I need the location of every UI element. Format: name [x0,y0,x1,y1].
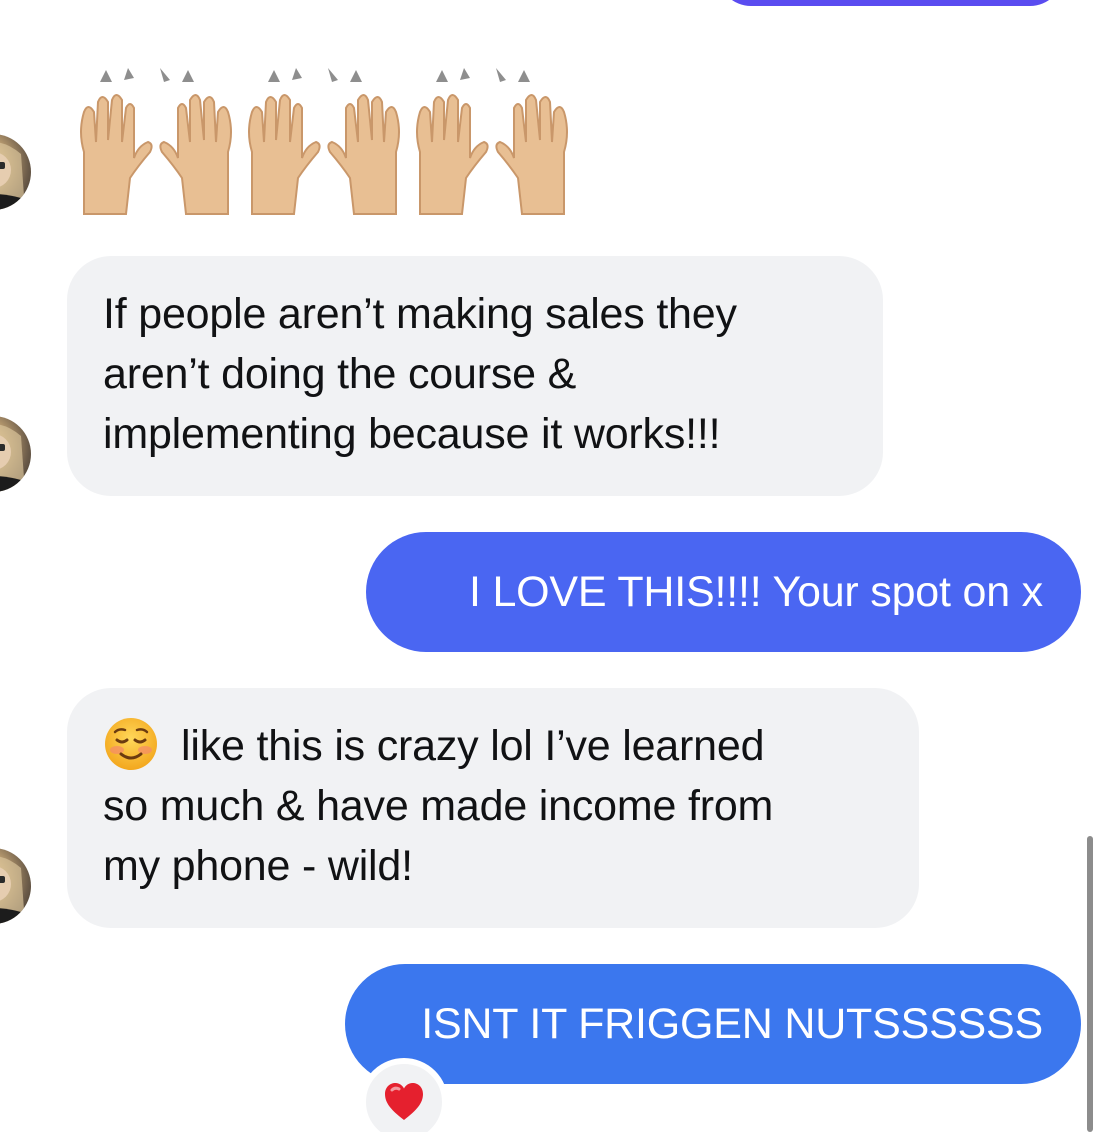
outgoing-message-bubble-partial[interactable] [718,0,1063,6]
raising-hands-icon [80,68,232,215]
avatar-photo [0,142,25,210]
outgoing-message-bubble[interactable]: I LOVE THIS!!!! Your spot on x [366,532,1081,652]
message-line: like this is crazy lol I’ve learned [181,722,765,770]
message-text: I LOVE THIS!!!! Your spot on x [468,568,1043,616]
emoji-message[interactable] [72,62,576,222]
smiling-face-icon [105,718,157,770]
message-line: aren’t doing the course & [103,350,577,398]
avatar[interactable] [0,848,31,924]
incoming-message-bubble[interactable]: like this is crazy lol I’ve learned so m… [67,688,919,928]
incoming-message-bubble[interactable]: If people aren’t making sales they aren’… [67,256,883,496]
message-line: If people aren’t making sales they [103,290,737,338]
avatar[interactable] [0,134,31,210]
message-line: my phone - wild! [103,842,413,890]
message-line: implementing because it works!!! [103,410,721,458]
avatar-photo [0,856,25,924]
message-line: so much & have made income from [103,782,774,830]
chat-thread: If people aren’t making sales they aren’… [0,0,1105,1132]
outgoing-message-bubble[interactable]: ISNT IT FRIGGEN NUTSSSSSS [345,964,1081,1084]
raising-hands-icon [416,68,568,215]
avatar-photo [0,424,25,492]
raising-hands-icon [248,68,400,215]
heart-icon [385,1083,423,1120]
scrollbar-thumb[interactable] [1087,836,1093,1132]
message-text: ISNT IT FRIGGEN NUTSSSSSS [421,1000,1043,1048]
avatar[interactable] [0,416,31,492]
